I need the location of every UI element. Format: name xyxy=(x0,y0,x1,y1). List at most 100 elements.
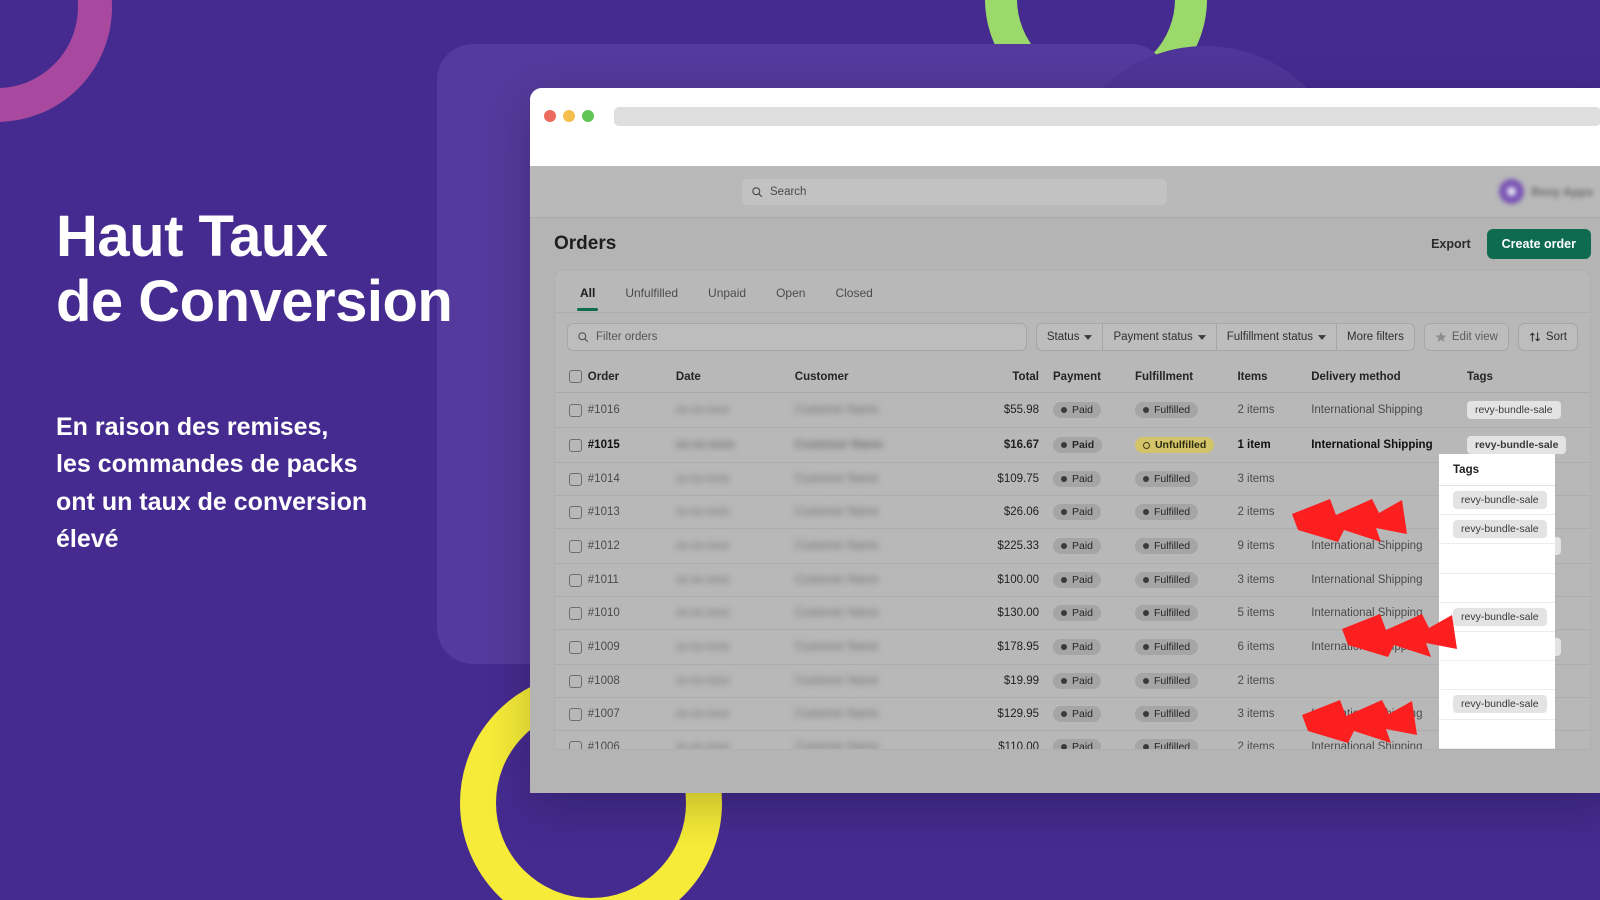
col-items[interactable]: Items xyxy=(1237,361,1312,393)
row-checkbox[interactable] xyxy=(569,740,582,749)
cell-order[interactable]: #1015 xyxy=(587,427,676,463)
table-row[interactable]: #1008 xx-xx-xxxx Customer Name $19.99 Paid Fu… xyxy=(555,664,1590,698)
status-dot-icon xyxy=(1061,577,1067,583)
cell-items: 2 items xyxy=(1237,664,1312,698)
row-select-cell[interactable] xyxy=(555,596,588,630)
star-icon xyxy=(1435,331,1447,343)
cell-order[interactable]: #1009 xyxy=(587,629,676,665)
col-order[interactable]: Order xyxy=(587,361,676,393)
cell-order[interactable]: #1012 xyxy=(587,528,676,564)
table-row[interactable]: #1009 xx-xx-xxxx Customer Name $178.95 Paid F… xyxy=(555,629,1590,665)
address-bar[interactable] xyxy=(614,106,1600,126)
cell-payment: Paid xyxy=(1053,730,1135,749)
cell-date: xx-xx-xxxx xyxy=(675,697,795,731)
cell-total: $55.98 xyxy=(966,392,1053,428)
row-select-cell[interactable] xyxy=(555,629,588,665)
table-row[interactable]: #1011 xx-xx-xxxx Customer Name $100.00 Paid F… xyxy=(555,563,1590,597)
cell-fulfillment: Fulfilled xyxy=(1134,664,1238,698)
tab-closed[interactable]: Closed xyxy=(824,282,883,311)
minimize-window-icon[interactable] xyxy=(563,110,575,122)
cell-order[interactable]: #1014 xyxy=(587,462,676,496)
maximize-window-icon[interactable] xyxy=(582,110,594,122)
more-filters-button[interactable]: More filters xyxy=(1337,324,1414,350)
store-name-label: Revy Apps xyxy=(1531,184,1593,199)
tab-open[interactable]: Open xyxy=(765,282,816,311)
select-all-checkbox[interactable] xyxy=(569,370,582,383)
row-select-cell[interactable] xyxy=(555,427,588,463)
col-delivery-method[interactable]: Delivery method xyxy=(1311,361,1467,393)
search-input[interactable]: Search xyxy=(742,178,1167,205)
row-checkbox[interactable] xyxy=(569,674,582,688)
row-select-cell[interactable] xyxy=(555,730,588,749)
fulfillment-status-badge: Fulfilled xyxy=(1134,673,1199,689)
cell-order[interactable]: #1008 xyxy=(587,664,676,698)
payment-status-badge: Paid xyxy=(1053,572,1102,588)
tab-unpaid[interactable]: Unpaid xyxy=(697,282,757,311)
col-customer[interactable]: Customer xyxy=(794,361,967,393)
filter-payment-status-button[interactable]: Payment status xyxy=(1103,324,1217,350)
store-badge[interactable]: Revy Apps xyxy=(1499,179,1593,204)
table-row[interactable]: #1014 xx-xx-xxxx Customer Name $109.75 Paid F… xyxy=(555,462,1590,496)
export-button[interactable]: Export xyxy=(1431,237,1471,251)
payment-status-badge: Paid xyxy=(1053,639,1102,655)
sort-button[interactable]: Sort xyxy=(1517,323,1578,351)
more-filters-label: More filters xyxy=(1347,331,1404,343)
cell-customer: Customer Name xyxy=(794,495,967,529)
row-select-cell[interactable] xyxy=(555,528,588,564)
tab-all[interactable]: All xyxy=(569,282,606,311)
browser-titlebar xyxy=(530,88,1600,144)
sort-label: Sort xyxy=(1545,331,1567,343)
cell-items: 1 item xyxy=(1237,427,1312,463)
row-checkbox[interactable] xyxy=(569,403,582,417)
row-checkbox[interactable] xyxy=(569,640,582,654)
cell-order[interactable]: #1013 xyxy=(587,495,676,529)
cell-order[interactable]: #1011 xyxy=(587,563,676,597)
cell-items: 3 items xyxy=(1237,563,1312,597)
cell-order[interactable]: #1006 xyxy=(587,730,676,749)
select-all-header[interactable] xyxy=(555,361,588,393)
payment-status-badge: Paid xyxy=(1053,739,1102,749)
table-row[interactable]: #1006 xx-xx-xxxx Customer Name $110.00 Paid F… xyxy=(555,730,1590,749)
cell-total: $100.00 xyxy=(966,563,1053,597)
cell-order[interactable]: #1007 xyxy=(587,697,676,731)
filter-fulfillment-status-button[interactable]: Fulfillment status xyxy=(1217,324,1337,350)
row-select-cell[interactable] xyxy=(555,392,588,428)
table-row[interactable]: #1007 xx-xx-xxxx Customer Name $129.95 Paid F… xyxy=(555,697,1590,731)
cell-delivery-method: International Shipping xyxy=(1311,563,1467,597)
filter-orders-input[interactable]: Filter orders xyxy=(567,323,1027,351)
row-select-cell[interactable] xyxy=(555,664,588,698)
row-select-cell[interactable] xyxy=(555,462,588,496)
close-window-icon[interactable] xyxy=(544,110,556,122)
table-row[interactable]: #1015 xx-xx-xxxx Customer Name $16.67 Paid Un… xyxy=(555,427,1590,463)
filter-status-button[interactable]: Status xyxy=(1037,324,1104,350)
table-row[interactable]: #1012 xx-xx-xxxx Customer Name $225.33 Paid F… xyxy=(555,528,1590,564)
row-checkbox[interactable] xyxy=(569,472,582,486)
table-row[interactable]: #1010 xx-xx-xxxx Customer Name $130.00 Paid F… xyxy=(555,596,1590,630)
tab-unfulfilled[interactable]: Unfulfilled xyxy=(614,282,689,311)
col-tags[interactable]: Tags xyxy=(1466,361,1590,393)
row-checkbox[interactable] xyxy=(569,539,582,553)
cell-order[interactable]: #1010 xyxy=(587,596,676,630)
edit-view-button[interactable]: Edit view xyxy=(1423,323,1509,351)
cell-date: xx-xx-xxxx xyxy=(675,462,795,496)
col-payment[interactable]: Payment xyxy=(1053,361,1135,393)
row-select-cell[interactable] xyxy=(555,495,588,529)
col-total[interactable]: Total xyxy=(966,361,1053,393)
cell-total: $110.00 xyxy=(966,730,1053,749)
table-row[interactable]: #1016 xx-xx-xxxx Customer Name $55.98 Paid Fu… xyxy=(555,392,1590,428)
row-select-cell[interactable] xyxy=(555,697,588,731)
row-select-cell[interactable] xyxy=(555,563,588,597)
cell-tags xyxy=(1466,462,1590,496)
cell-tags: revy-bundle-sale xyxy=(1466,392,1590,428)
col-date[interactable]: Date xyxy=(675,361,795,393)
row-checkbox[interactable] xyxy=(569,573,582,587)
cell-order[interactable]: #1016 xyxy=(587,392,676,428)
row-checkbox[interactable] xyxy=(569,707,582,721)
cell-payment: Paid xyxy=(1053,697,1135,731)
table-row[interactable]: #1013 xx-xx-xxxx Customer Name $26.06 Paid Fu… xyxy=(555,495,1590,529)
create-order-button[interactable]: Create order xyxy=(1486,229,1591,259)
row-checkbox[interactable] xyxy=(569,606,582,620)
col-fulfillment[interactable]: Fulfillment xyxy=(1134,361,1238,393)
row-checkbox[interactable] xyxy=(569,438,582,452)
row-checkbox[interactable] xyxy=(569,505,582,519)
